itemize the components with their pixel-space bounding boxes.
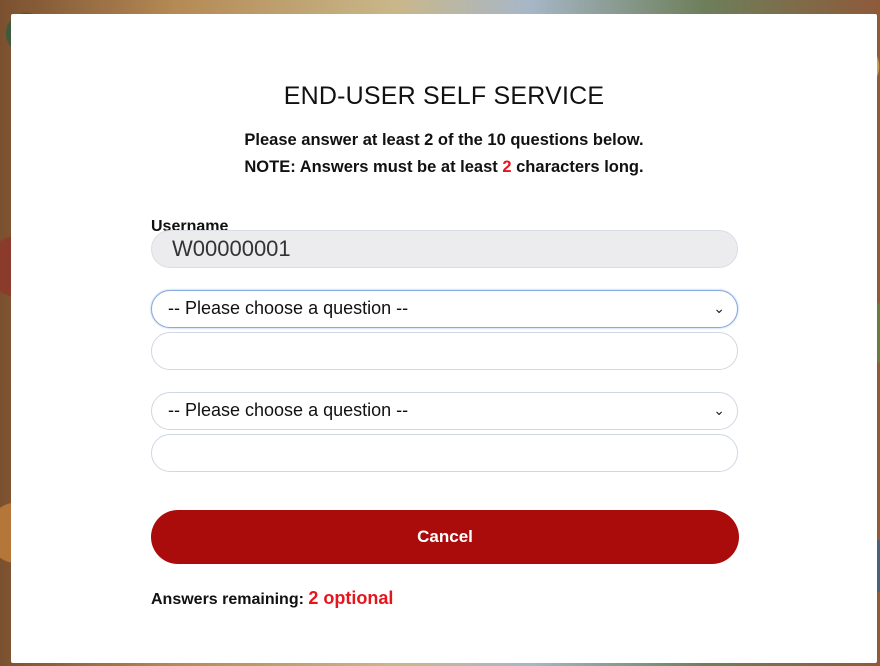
note-prefix: NOTE: Answers must be at least xyxy=(244,158,503,176)
cancel-button[interactable]: Cancel xyxy=(151,510,739,564)
answers-remaining-value: 2 optional xyxy=(308,588,394,608)
chevron-down-icon: ⌄ xyxy=(713,300,725,316)
note-suffix: characters long. xyxy=(511,158,644,176)
note-min-length: 2 xyxy=(502,158,512,176)
instruction-text: Please answer at least 2 of the 10 quest… xyxy=(244,131,644,149)
question-select-1[interactable]: -- Please choose a question -- ⌄ xyxy=(151,290,738,328)
note-text: NOTE: Answers must be at least 2 charact… xyxy=(11,158,877,177)
page-title: END-USER SELF SERVICE xyxy=(283,82,605,110)
answers-remaining-label: Answers remaining: xyxy=(151,591,309,608)
answers-remaining: Answers remaining: 2 optional xyxy=(151,588,393,609)
chevron-down-icon: ⌄ xyxy=(713,402,725,418)
question-select-1-value: -- Please choose a question -- xyxy=(168,298,409,318)
username-field: W00000001 xyxy=(151,230,738,268)
question-select-2[interactable]: -- Please choose a question -- ⌄ xyxy=(151,392,738,430)
self-service-dialog: END-USER SELF SERVICE Please answer at l… xyxy=(11,14,877,663)
answer-input-1[interactable] xyxy=(151,332,738,370)
question-select-2-value: -- Please choose a question -- xyxy=(168,400,409,420)
answer-input-2[interactable] xyxy=(151,434,738,472)
